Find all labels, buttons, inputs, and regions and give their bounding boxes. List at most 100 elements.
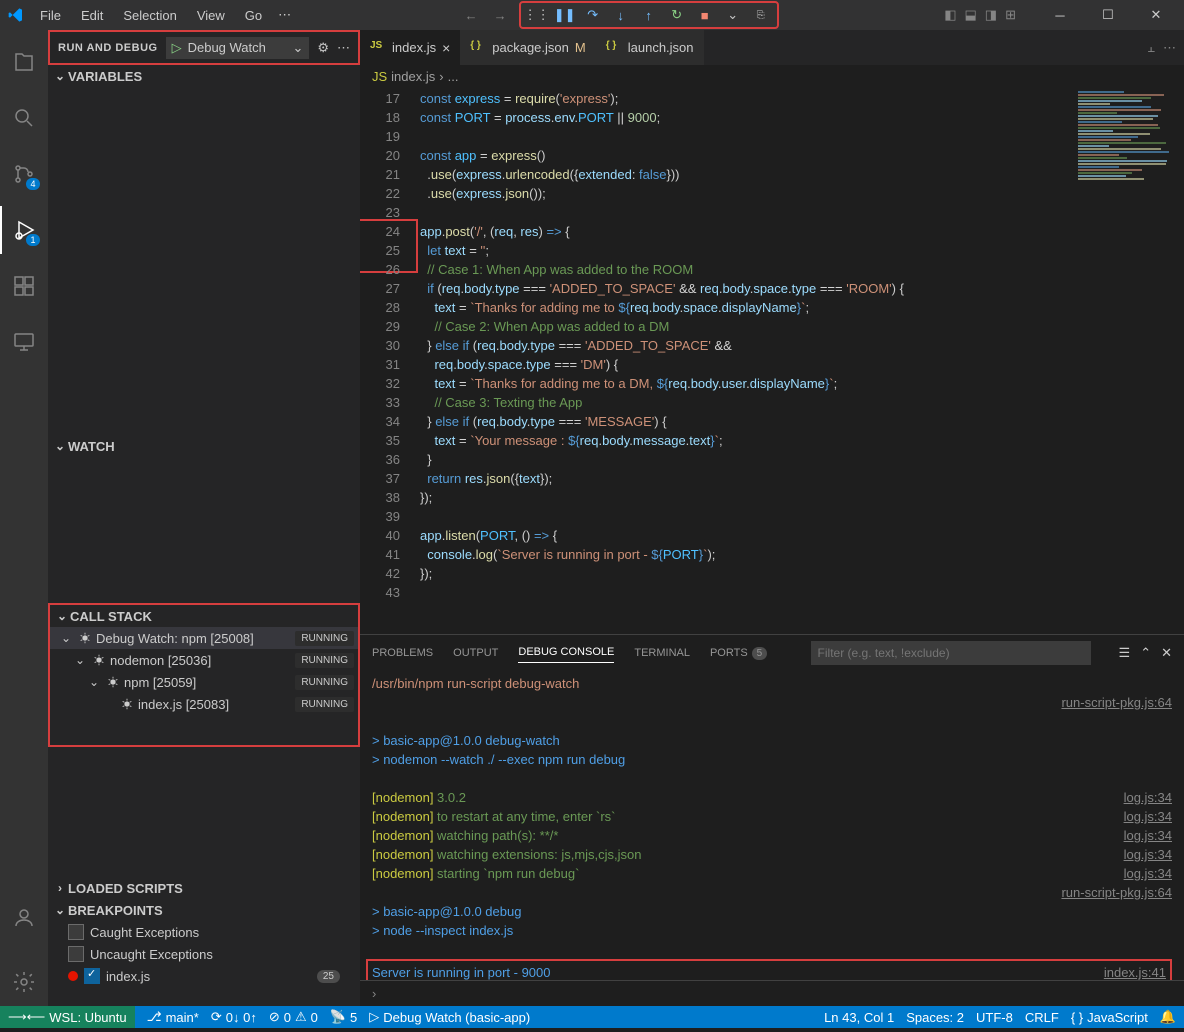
extensions-icon[interactable]	[0, 262, 48, 310]
run-debug-icon[interactable]: 1	[0, 206, 48, 254]
indent-indicator[interactable]: Spaces: 2	[906, 1009, 964, 1025]
notifications-icon[interactable]: 🔔	[1160, 1009, 1176, 1025]
checkbox[interactable]	[68, 924, 84, 940]
callstack-header[interactable]: ⌄CALL STACK	[50, 605, 358, 627]
source-link[interactable]: log.js:34	[1124, 826, 1172, 845]
layout-sidebar-left-icon[interactable]: ◧	[944, 7, 956, 23]
watch-header[interactable]: ⌄WATCH	[48, 435, 360, 457]
debug-config-dropdown[interactable]: ▷ Debug Watch ⌄	[166, 37, 310, 59]
breakpoint-caught[interactable]: Caught Exceptions	[48, 921, 360, 943]
source-link[interactable]: log.js:34	[1124, 807, 1172, 826]
checkbox[interactable]	[84, 968, 100, 984]
source-link[interactable]: run-script-pkg.js:64	[1061, 883, 1172, 902]
maximize-button[interactable]: ☐	[1088, 0, 1128, 30]
menu-bar: FileEditSelectionViewGo	[32, 4, 270, 27]
checkbox[interactable]	[68, 946, 84, 962]
source-link[interactable]: log.js:34	[1124, 864, 1172, 883]
step-out-icon[interactable]: ↑	[641, 7, 657, 23]
source-link[interactable]: log.js:34	[1124, 788, 1172, 807]
source-link[interactable]: index.js:41	[1104, 963, 1166, 980]
step-into-icon[interactable]: ↓	[613, 7, 629, 23]
code-editor[interactable]: 1718192021222324252627282930313233343536…	[360, 87, 1184, 634]
encoding-indicator[interactable]: UTF-8	[976, 1009, 1013, 1025]
callstack-item[interactable]: index.js [25083]RUNNING	[50, 693, 358, 715]
breakpoint-uncaught[interactable]: Uncaught Exceptions	[48, 943, 360, 965]
panel-tab-debug-console[interactable]: DEBUG CONSOLE	[518, 642, 614, 663]
close-icon[interactable]: ×	[442, 40, 450, 56]
panel-up-icon[interactable]: ⌃	[1140, 645, 1151, 661]
sidebar-header: RUN AND DEBUG ▷ Debug Watch ⌄ ⚙ ⋯	[48, 30, 360, 65]
source-control-icon[interactable]: 4	[0, 150, 48, 198]
callstack-item[interactable]: ⌄npm [25059]RUNNING	[50, 671, 358, 693]
titlebar: FileEditSelectionViewGo ⋯ ← → ⋮⋮ ❚❚ ↷ ↓ …	[0, 0, 1184, 30]
eol-indicator[interactable]: CRLF	[1025, 1009, 1059, 1025]
panel-tab-problems[interactable]: PROBLEMS	[372, 643, 433, 663]
nav-back[interactable]: ←	[465, 8, 478, 23]
breadcrumb[interactable]: JS index.js › ...	[360, 65, 1184, 87]
menu-file[interactable]: File	[32, 4, 69, 27]
source-link[interactable]: log.js:34	[1124, 845, 1172, 864]
statusbar: ⟶⟵WSL: Ubuntu ⎇main* ⟳0↓ 0↑ ⊘0⚠0 📡5 ▷Deb…	[0, 1006, 1184, 1028]
status-badge: RUNNING	[295, 697, 354, 712]
vscode-logo	[8, 7, 24, 23]
more-icon[interactable]: ⋯	[337, 40, 350, 56]
menu-edit[interactable]: Edit	[73, 4, 111, 27]
language-indicator[interactable]: { }JavaScript	[1071, 1009, 1148, 1025]
restart-icon[interactable]: ↻	[669, 7, 685, 23]
menu-overflow[interactable]: ⋯	[270, 3, 299, 27]
sidebar-title: RUN AND DEBUG	[58, 42, 158, 54]
remote-indicator[interactable]: ⟶⟵WSL: Ubuntu	[0, 1006, 135, 1028]
more-actions-icon[interactable]: ⋯	[1163, 40, 1176, 56]
tab-launch-json[interactable]: { }launch.json	[596, 30, 704, 65]
debug-config-icon[interactable]: ⎘	[753, 7, 769, 23]
debug-console[interactable]: /usr/bin/npm run-script debug-watchrun-s…	[360, 670, 1184, 980]
console-input[interactable]: ›	[360, 980, 1184, 1006]
stop-icon[interactable]: ■	[697, 7, 713, 23]
layout-sidebar-right-icon[interactable]: ◨	[985, 7, 997, 23]
tab-package-json[interactable]: { }package.jsonM	[460, 30, 595, 65]
minimize-button[interactable]: ─	[1040, 0, 1080, 30]
remote-explorer-icon[interactable]	[0, 318, 48, 366]
git-branch[interactable]: ⎇main*	[147, 1009, 199, 1025]
gear-icon[interactable]: ⚙	[317, 40, 329, 56]
filter-input[interactable]	[811, 641, 1091, 665]
status-badge: RUNNING	[295, 653, 354, 668]
debug-dropdown-icon[interactable]: ⌄	[725, 7, 741, 23]
close-button[interactable]: ✕	[1136, 0, 1176, 30]
callstack-section: ⌄CALL STACK ⌄Debug Watch: npm [25008]RUN…	[48, 603, 360, 747]
layout-customize-icon[interactable]: ⊞	[1005, 7, 1016, 23]
git-sync[interactable]: ⟳0↓ 0↑	[211, 1009, 257, 1025]
cursor-position[interactable]: Ln 43, Col 1	[824, 1009, 894, 1025]
breakpoint-file[interactable]: index.js25	[48, 965, 360, 987]
panel-tab-ports[interactable]: PORTS5	[710, 643, 767, 663]
source-link[interactable]: run-script-pkg.js:64	[1061, 693, 1172, 712]
clear-console-icon[interactable]: ☰	[1119, 645, 1131, 661]
loaded-scripts-header[interactable]: ›LOADED SCRIPTS	[48, 877, 360, 899]
accounts-icon[interactable]	[0, 894, 48, 942]
nav-forward[interactable]: →	[494, 8, 507, 23]
panel-tab-output[interactable]: OUTPUT	[453, 643, 498, 663]
callstack-item[interactable]: ⌄nodemon [25036]RUNNING	[50, 649, 358, 671]
menu-view[interactable]: View	[189, 4, 233, 27]
menu-go[interactable]: Go	[237, 4, 270, 27]
callstack-item[interactable]: ⌄Debug Watch: npm [25008]RUNNING	[50, 627, 358, 649]
variables-header[interactable]: ⌄VARIABLES	[48, 65, 360, 87]
search-icon[interactable]	[0, 94, 48, 142]
ports-indicator[interactable]: 📡5	[330, 1009, 357, 1025]
drag-handle-icon[interactable]: ⋮⋮	[529, 7, 545, 23]
problems-indicator[interactable]: ⊘0⚠0	[269, 1009, 318, 1025]
settings-icon[interactable]	[0, 958, 48, 1006]
debug-status[interactable]: ▷Debug Watch (basic-app)	[369, 1009, 530, 1025]
pause-icon[interactable]: ❚❚	[557, 7, 573, 23]
layout-panel-icon[interactable]: ⬓	[965, 7, 977, 23]
explorer-icon[interactable]	[0, 38, 48, 86]
step-over-icon[interactable]: ↷	[585, 7, 601, 23]
split-editor-icon[interactable]: ⫠	[1147, 40, 1155, 56]
breakpoints-header[interactable]: ⌄BREAKPOINTS	[48, 899, 360, 921]
menu-selection[interactable]: Selection	[115, 4, 184, 27]
tab-index-js[interactable]: JSindex.js×	[360, 30, 460, 65]
panel-close-icon[interactable]: ✕	[1161, 645, 1172, 661]
panel-tab-terminal[interactable]: TERMINAL	[634, 643, 690, 663]
bottom-panel: PROBLEMS OUTPUT DEBUG CONSOLE TERMINAL PORTS…	[360, 634, 1184, 1006]
minimap[interactable]	[1074, 87, 1184, 634]
